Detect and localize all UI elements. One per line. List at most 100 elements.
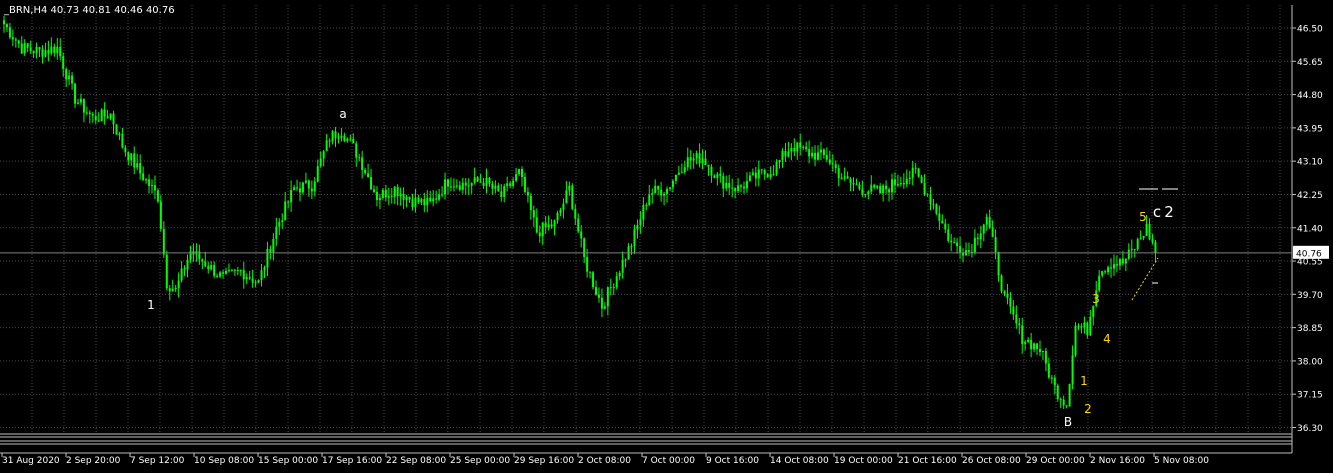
candle[interactable] (1068, 383, 1071, 407)
candle-body (408, 196, 411, 200)
candle-body (1154, 241, 1157, 253)
candle[interactable] (1074, 322, 1077, 358)
candle-body (225, 270, 227, 274)
candle-body (799, 142, 802, 148)
candle-body (654, 185, 657, 193)
candle[interactable] (1136, 237, 1139, 251)
candle-body (59, 46, 62, 57)
candle[interactable] (156, 188, 159, 204)
candle-body (1036, 343, 1039, 349)
candle[interactable] (571, 183, 574, 211)
candle-body (713, 175, 716, 179)
candle-body (852, 182, 855, 185)
candle-body (683, 167, 686, 173)
candle-body (879, 186, 882, 194)
candle-body (805, 146, 808, 150)
candle-body (1053, 378, 1056, 386)
candle-body (491, 183, 494, 189)
candle-body (523, 177, 526, 192)
candle-body (1086, 322, 1089, 336)
candle-body (710, 166, 713, 176)
candle-body (1107, 267, 1110, 273)
candle-body (660, 189, 663, 196)
candle-body (367, 173, 370, 177)
candle-body (1047, 363, 1050, 378)
candle-body (956, 242, 959, 247)
wave-label: 1 (1080, 374, 1088, 388)
candle-body (473, 177, 476, 183)
candle-body (550, 224, 553, 227)
candle-body (737, 185, 740, 191)
candle-body (751, 172, 754, 176)
candle-body (811, 152, 814, 157)
candle-body (997, 251, 1000, 276)
candle-body (831, 163, 834, 165)
chart-background (0, 0, 1333, 469)
candle-body (20, 43, 23, 54)
candle-body (1024, 341, 1027, 345)
candle-body (299, 188, 301, 193)
candle-body (405, 196, 408, 200)
candle-body (266, 248, 269, 268)
candle-body (313, 181, 316, 192)
candle[interactable] (100, 108, 103, 122)
candle-body (8, 27, 11, 38)
time-tick-label: 29 Sep 16:00 (514, 456, 574, 466)
chart-canvas[interactable]: 1aB12345 c 2 46.5045.6544.8043.9543.1042.2… (0, 0, 1333, 469)
candle-body (669, 187, 671, 189)
candle-body (485, 177, 488, 186)
candle-body (449, 186, 452, 188)
candle-body (535, 217, 538, 233)
candle-body (586, 256, 589, 272)
price-tick-label: 37.15 (1297, 391, 1323, 401)
candle-body (156, 190, 159, 202)
candle-body (210, 264, 213, 270)
candle-body (565, 190, 568, 204)
candle-body (417, 197, 420, 203)
candle-body (663, 193, 666, 196)
candle-body (331, 131, 334, 142)
candle-body (503, 186, 506, 197)
candle-body (222, 272, 225, 274)
candle-body (429, 197, 432, 202)
candle-body (603, 306, 606, 309)
candle-body (153, 185, 156, 191)
price-chart[interactable]: 1aB12345c2 46.50 45.65 44.80 43.95 43.10 42.2… (0, 0, 1333, 469)
candle-body (1139, 238, 1142, 240)
candle-body (630, 246, 633, 248)
candle-body (944, 223, 947, 230)
candle-body (1148, 223, 1151, 239)
candle-body (230, 269, 233, 271)
time-tick-label: 29 Oct 00:00 (1026, 456, 1085, 466)
candle[interactable] (165, 250, 168, 291)
candle-body (988, 216, 991, 228)
candle-body (254, 282, 257, 284)
candle[interactable] (935, 203, 938, 216)
candle-body (227, 270, 230, 272)
symbol-header: _BRN,H4 40.73 40.81 40.46 40.76 (3, 5, 175, 16)
candle-body (932, 203, 935, 205)
candle-body (201, 258, 204, 262)
candle-body (935, 204, 938, 214)
candle-body (947, 229, 950, 241)
candle[interactable] (592, 270, 595, 290)
candle-body (263, 267, 266, 271)
time-tick-label: 2 Nov 16:00 (1090, 456, 1145, 466)
candle-body (580, 231, 583, 239)
candle[interactable] (115, 124, 118, 135)
time-tick-label: 31 Aug 2020 (2, 456, 60, 466)
candle-body (953, 242, 956, 244)
time-tick-label: 21 Oct 16:00 (898, 456, 957, 466)
candle-body (384, 189, 387, 198)
candle-body (766, 174, 769, 178)
candle-body (470, 182, 473, 186)
candle-body (233, 269, 236, 271)
candle[interactable] (1000, 274, 1003, 294)
candle-body (334, 131, 337, 139)
price-tick-label: 46.50 (1297, 25, 1323, 35)
candle-body (32, 50, 35, 54)
candle[interactable] (917, 167, 920, 178)
candle-body (544, 222, 547, 227)
time-tick-label: 15 Sep 00:00 (258, 456, 318, 466)
candle-body (814, 152, 817, 160)
